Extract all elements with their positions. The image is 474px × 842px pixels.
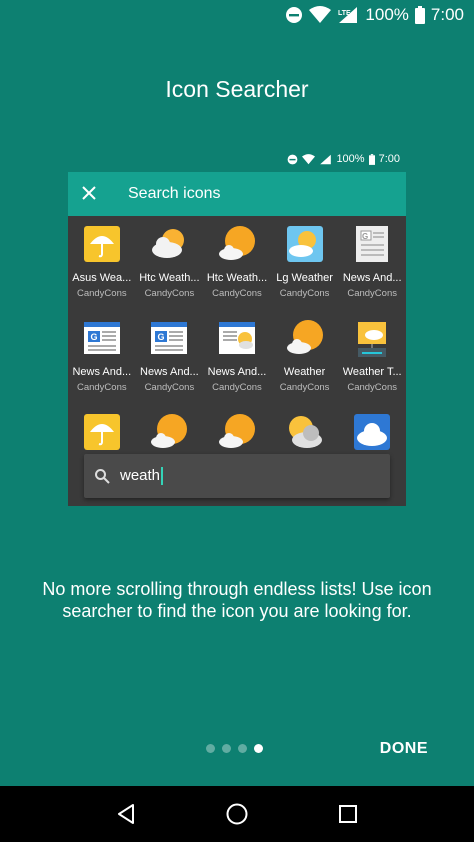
back-icon xyxy=(117,804,134,824)
weather-board-icon xyxy=(352,318,392,358)
sun-cloud-icon xyxy=(149,412,189,452)
page-dot xyxy=(238,744,247,753)
icon-source: CandyCons xyxy=(144,288,195,299)
signal-lte-icon: LTE xyxy=(337,6,359,24)
icon-source: CandyCons xyxy=(212,382,262,393)
svg-text:G: G xyxy=(90,332,97,342)
preview-status-bar: 100% 7:00 xyxy=(68,146,406,172)
newspaper-icon: G xyxy=(352,224,392,264)
text-caret xyxy=(161,467,164,486)
signal-lte-icon xyxy=(320,154,332,164)
home-button[interactable] xyxy=(217,794,257,834)
status-bar: LTE 100% 7:00 xyxy=(0,0,474,30)
weather-news-icon xyxy=(217,318,257,358)
page-dot xyxy=(206,744,215,753)
page-dot xyxy=(222,744,231,753)
wifi-icon xyxy=(309,6,332,24)
do-not-disturb-icon xyxy=(288,154,298,164)
icon-name: Weather T... xyxy=(342,366,402,378)
sun-cloud-square-icon xyxy=(285,224,325,264)
svg-text:LTE: LTE xyxy=(338,10,351,17)
icon-name: Asus Wea... xyxy=(72,272,132,284)
icon-name: News And... xyxy=(140,366,199,378)
done-button[interactable]: DONE xyxy=(380,740,428,758)
icon-name: News And... xyxy=(342,272,402,284)
page-indicator xyxy=(206,744,263,753)
page-dot xyxy=(254,744,263,753)
search-value: weath xyxy=(120,466,161,484)
icon-grid-item[interactable]: G News And... CandyCons xyxy=(136,318,204,412)
icon-name: Htc Weath... xyxy=(139,272,200,284)
page-title: Icon Searcher xyxy=(165,76,309,102)
icon-name: News And... xyxy=(207,366,267,378)
cloud-blue-icon xyxy=(352,412,392,452)
icon-source: CandyCons xyxy=(76,382,127,393)
icon-grid-item[interactable]: G News And... CandyCons xyxy=(68,318,136,412)
back-button[interactable] xyxy=(106,794,146,834)
umbrella-icon xyxy=(82,224,122,264)
navigation-bar xyxy=(0,786,474,842)
home-icon xyxy=(226,803,248,825)
battery-icon xyxy=(368,153,375,165)
preview-app-bar: Search icons xyxy=(68,172,406,216)
icon-grid-item[interactable]: Htc Weath... CandyCons xyxy=(136,224,204,318)
icon-grid-item[interactable]: Lg Weather CandyCons xyxy=(271,224,339,318)
wifi-icon xyxy=(302,153,316,164)
icon-name: Weather xyxy=(283,366,326,378)
search-input: weath xyxy=(84,454,390,498)
svg-text:G: G xyxy=(158,332,165,342)
icon-grid-item[interactable]: News And... CandyCons xyxy=(203,318,271,412)
sun-cloud-icon xyxy=(285,318,325,358)
icon-grid-item[interactable]: Weather T... CandyCons xyxy=(338,318,406,412)
icon-source: CandyCons xyxy=(279,382,330,393)
icon-grid: Asus Wea... CandyCons Htc Weath... CandyCon… xyxy=(68,216,406,506)
icon-grid-item[interactable]: Htc Weath... CandyCons xyxy=(203,224,271,318)
icon-grid-item[interactable]: Weather CandyCons xyxy=(271,318,339,412)
svg-text:G: G xyxy=(362,232,368,241)
icon-source: CandyCons xyxy=(347,288,397,299)
icon-grid-item[interactable]: G News And... CandyCons xyxy=(338,224,406,318)
icon-name: Lg Weather xyxy=(276,272,333,284)
icon-name: News And... xyxy=(72,366,132,378)
cloud-sun-icon xyxy=(149,224,189,264)
google-news-icon: G xyxy=(82,318,122,358)
google-news-icon: G xyxy=(149,318,189,358)
recents-icon xyxy=(339,805,358,823)
description-text: No more scrolling through endless lists!… xyxy=(42,579,432,621)
do-not-disturb-icon xyxy=(285,6,303,24)
close-icon xyxy=(82,184,112,205)
icon-source: CandyCons xyxy=(144,382,195,393)
search-icon xyxy=(95,469,110,484)
umbrella-icon xyxy=(82,412,122,452)
recents-button[interactable] xyxy=(328,794,368,834)
preview-screenshot: 100% 7:00 Search icons Asus Wea... CandyC… xyxy=(68,146,406,506)
icon-source: CandyCons xyxy=(76,288,127,299)
sun-cloud-icon xyxy=(217,412,257,452)
sun-cloud-gray-icon xyxy=(285,412,325,452)
icon-grid-item[interactable]: Asus Wea... CandyCons xyxy=(68,224,136,318)
preview-battery-percent: 100% xyxy=(336,153,365,165)
preview-clock: 7:00 xyxy=(378,153,400,165)
icon-source: CandyCons xyxy=(347,382,397,393)
preview-app-bar-title: Search icons xyxy=(128,185,221,202)
icon-source: CandyCons xyxy=(212,288,262,299)
clock: 7:00 xyxy=(430,5,464,24)
sun-cloud-icon xyxy=(217,224,257,264)
icon-source: CandyCons xyxy=(279,288,330,299)
icon-name: Htc Weath... xyxy=(206,272,268,284)
battery-percent: 100% xyxy=(365,5,409,24)
battery-icon xyxy=(414,6,425,24)
